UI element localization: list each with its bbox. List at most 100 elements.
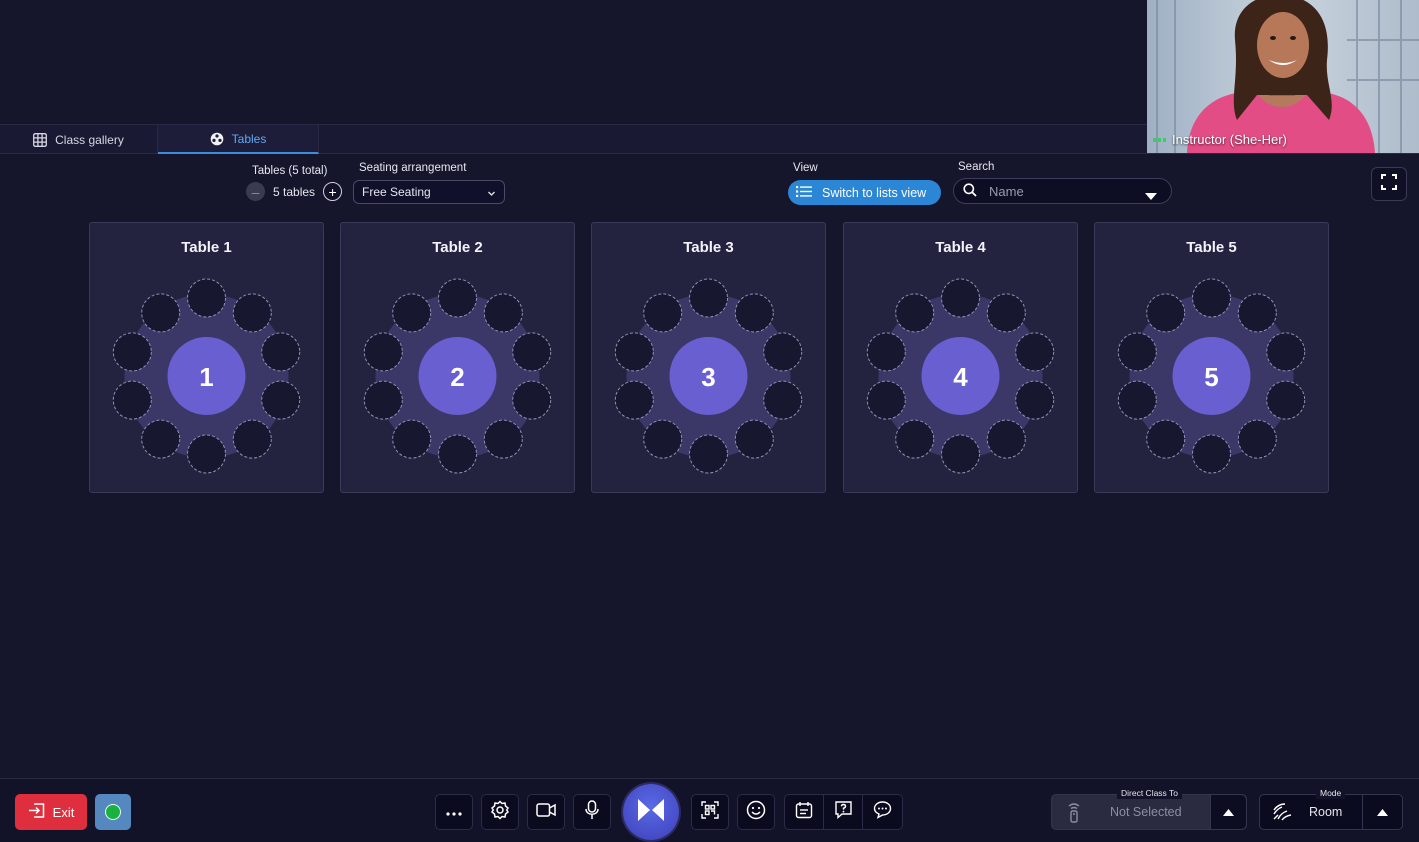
empty-seat[interactable]	[734, 419, 774, 459]
empty-seat[interactable]	[392, 419, 432, 459]
empty-seat[interactable]	[1117, 380, 1157, 420]
table-number: 2	[450, 362, 464, 392]
mode-value: Room	[1309, 805, 1343, 819]
empty-seat[interactable]	[141, 419, 181, 459]
empty-seat[interactable]	[763, 380, 803, 420]
empty-seat[interactable]	[1015, 332, 1055, 372]
mode-expand-button[interactable]	[1362, 795, 1402, 829]
empty-seat[interactable]	[689, 278, 728, 318]
empty-seat[interactable]	[1266, 332, 1306, 372]
table-card-1[interactable]: Table 1 1	[89, 222, 324, 493]
empty-seat[interactable]	[483, 293, 523, 333]
empty-seat[interactable]	[483, 419, 523, 459]
empty-seat[interactable]	[1117, 332, 1157, 372]
fullscreen-icon	[1381, 173, 1397, 195]
empty-seat[interactable]	[112, 332, 152, 372]
camera-button[interactable]	[527, 794, 565, 830]
tables-count-value: 5 tables	[273, 184, 316, 199]
empty-seat[interactable]	[512, 332, 552, 372]
empty-seat[interactable]	[261, 380, 301, 420]
microphone-button[interactable]	[573, 794, 611, 830]
empty-seat[interactable]	[438, 278, 477, 318]
fullscreen-button[interactable]	[1371, 167, 1407, 201]
table-card-2[interactable]: Table 2 2	[340, 222, 575, 493]
qr-scan-icon	[701, 800, 719, 824]
camera-icon	[536, 802, 556, 823]
chat-button[interactable]	[863, 795, 902, 829]
dropdown-triangle-icon[interactable]	[1145, 188, 1157, 203]
empty-seat[interactable]	[363, 332, 403, 372]
empty-seat[interactable]	[1266, 380, 1306, 420]
empty-seat[interactable]	[187, 278, 226, 318]
empty-seat[interactable]	[363, 380, 403, 420]
status-indicator-button[interactable]	[95, 794, 131, 830]
table-diagram: 4	[866, 278, 1055, 474]
direct-class-to-select[interactable]: Not Selected	[1051, 794, 1247, 830]
table-title: Table 1	[181, 239, 232, 256]
empty-seat[interactable]	[614, 380, 654, 420]
empty-seat[interactable]	[1146, 419, 1186, 459]
schedule-button[interactable]	[785, 795, 824, 829]
empty-seat[interactable]	[734, 293, 774, 333]
qr-code-button[interactable]	[691, 794, 729, 830]
empty-seat[interactable]	[512, 380, 552, 420]
exit-button[interactable]: Exit	[15, 794, 87, 830]
empty-seat[interactable]	[643, 419, 683, 459]
instructor-video-tile[interactable]: Instructor (She-Her)	[1147, 0, 1419, 153]
mode-select[interactable]: Room	[1259, 794, 1403, 830]
decrease-tables-button[interactable]: –	[246, 182, 265, 201]
empty-seat[interactable]	[1237, 419, 1277, 459]
questions-button[interactable]	[824, 795, 863, 829]
app-logo-button[interactable]	[623, 784, 679, 840]
signal-mode-icon	[1272, 803, 1292, 826]
empty-seat[interactable]	[866, 332, 906, 372]
search-icon	[963, 182, 977, 200]
increase-tables-button[interactable]: +	[323, 182, 343, 201]
empty-seat[interactable]	[141, 293, 181, 333]
empty-seat[interactable]	[261, 332, 301, 372]
seating-arrangement-value: Free Seating	[362, 185, 431, 199]
tab-tables[interactable]: Tables	[158, 125, 319, 154]
empty-seat[interactable]	[438, 434, 477, 474]
empty-seat[interactable]	[895, 419, 935, 459]
switch-to-list-view-button[interactable]: Switch to lists view	[788, 180, 941, 205]
bowtie-logo-icon	[636, 798, 666, 827]
table-number: 5	[1204, 362, 1218, 392]
empty-seat[interactable]	[1192, 278, 1231, 318]
empty-seat[interactable]	[986, 293, 1026, 333]
empty-seat[interactable]	[1237, 293, 1277, 333]
grid-icon	[33, 132, 48, 147]
more-options-button[interactable]	[435, 794, 473, 830]
reactions-button[interactable]	[737, 794, 775, 830]
settings-button[interactable]	[481, 794, 519, 830]
seating-arrangement-select[interactable]: Free Seating	[353, 180, 505, 204]
instructor-name-label: Instructor (She-Her)	[1153, 132, 1287, 147]
table-card-4[interactable]: Table 4 4	[843, 222, 1078, 493]
empty-seat[interactable]	[232, 419, 272, 459]
tables-count-label: Tables (5 total)	[252, 165, 328, 177]
empty-seat[interactable]	[986, 419, 1026, 459]
empty-seat[interactable]	[1015, 380, 1055, 420]
empty-seat[interactable]	[112, 380, 152, 420]
empty-seat[interactable]	[392, 293, 432, 333]
empty-seat[interactable]	[866, 380, 906, 420]
search-input[interactable]: Name	[953, 178, 1172, 204]
direct-class-to-expand-button[interactable]	[1210, 795, 1246, 829]
empty-seat[interactable]	[1192, 434, 1231, 474]
empty-seat[interactable]	[763, 332, 803, 372]
empty-seat[interactable]	[689, 434, 728, 474]
empty-seat[interactable]	[895, 293, 935, 333]
empty-seat[interactable]	[232, 293, 272, 333]
empty-seat[interactable]	[643, 293, 683, 333]
table-card-5[interactable]: Table 5 5	[1094, 222, 1329, 493]
tab-class-gallery[interactable]: Class gallery	[0, 125, 158, 154]
empty-seat[interactable]	[614, 332, 654, 372]
empty-seat[interactable]	[187, 434, 226, 474]
empty-seat[interactable]	[1146, 293, 1186, 333]
table-card-3[interactable]: Table 3 3	[591, 222, 826, 493]
empty-seat[interactable]	[941, 434, 980, 474]
direct-class-to-value: Not Selected	[1110, 805, 1182, 819]
empty-seat[interactable]	[941, 278, 980, 318]
gear-icon	[490, 799, 510, 825]
chevron-down-icon	[487, 187, 496, 201]
